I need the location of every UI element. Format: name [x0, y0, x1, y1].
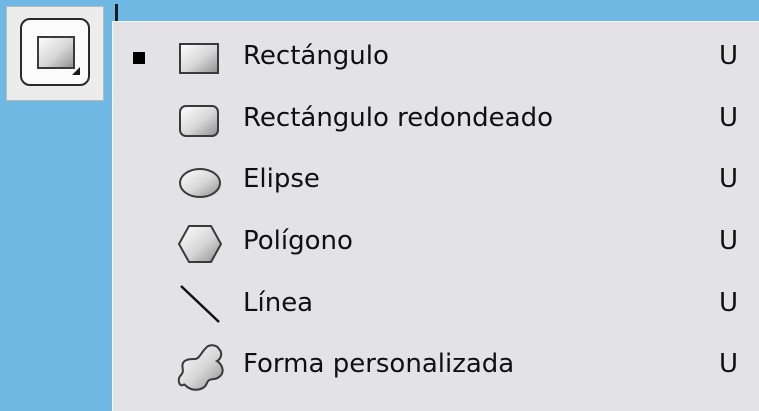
polygon-icon — [177, 225, 223, 263]
shape-tool-face[interactable] — [20, 18, 90, 86]
flyout-indicator-icon — [72, 67, 80, 75]
menu-item-line[interactable]: Línea U — [113, 274, 759, 334]
menu-item-label: Rectángulo redondeado — [243, 103, 554, 133]
selected-indicator-icon — [133, 52, 145, 64]
menu-item-shortcut: U — [719, 226, 739, 256]
shape-tool-button[interactable] — [6, 6, 104, 101]
rounded-rectangle-icon — [179, 105, 219, 137]
toolbar-divider — [115, 4, 118, 21]
shape-tool-flyout-menu: Rectángulo U Rectángulo redondeado U Eli… — [112, 21, 759, 411]
menu-item-shortcut: U — [719, 349, 739, 379]
menu-item-polygon[interactable]: Polígono U — [113, 212, 759, 272]
menu-item-label: Rectángulo — [243, 41, 389, 71]
menu-item-rectangle[interactable]: Rectángulo U — [113, 27, 759, 87]
menu-item-label: Elipse — [243, 164, 320, 194]
menu-item-shortcut: U — [719, 164, 739, 194]
menu-item-shortcut: U — [719, 288, 739, 318]
menu-item-ellipse[interactable]: Elipse U — [113, 150, 759, 210]
menu-item-shortcut: U — [719, 41, 739, 71]
line-icon — [180, 285, 220, 323]
menu-item-label: Polígono — [243, 226, 353, 256]
custom-shape-icon — [177, 344, 224, 391]
menu-item-label: Línea — [243, 288, 314, 318]
menu-item-shortcut: U — [719, 103, 739, 133]
menu-item-label: Forma personalizada — [243, 349, 515, 379]
ellipse-icon — [179, 168, 221, 198]
tool-strip — [0, 0, 112, 411]
menu-item-custom-shape[interactable]: Forma personalizada U — [113, 335, 759, 395]
menu-item-rounded-rectangle[interactable]: Rectángulo redondeado U — [113, 89, 759, 149]
rectangle-icon — [179, 43, 219, 74]
